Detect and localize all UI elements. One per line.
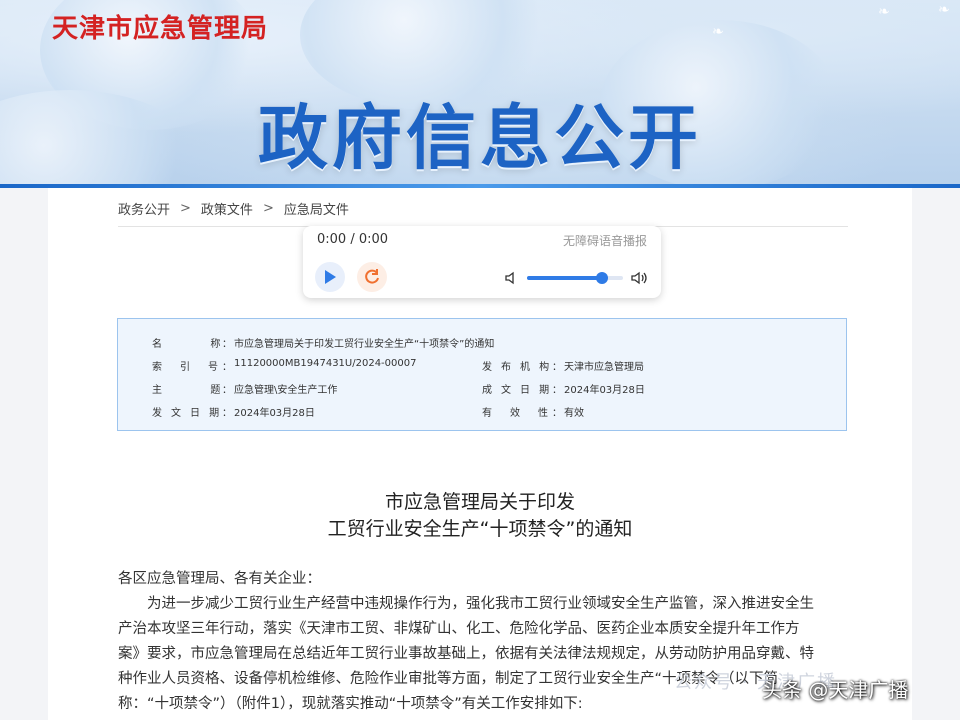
refresh-icon [365,269,379,284]
info-label: 有 效 性： [482,408,562,419]
audio-player-label: 无障碍语音播报 [562,234,647,248]
breadcrumb-separator: > [180,201,191,216]
audio-time: 0:00 / 0:00 [317,232,389,247]
volume-low-icon[interactable] [505,271,519,285]
info-value: 应急管理\安全生产工作 [234,385,338,396]
info-value: 市应急管理局关于印发工贸行业安全生产“十项禁令”的通知 [234,339,495,350]
body-line: 称：“十项禁令”）（附件1），现就落实推动“十项禁令”有关工作安排如下: [118,696,583,712]
info-value: 2024年03月28日 [564,385,645,396]
body-line: 产治本攻坚三年行动，落实《天津市工贸、非煤矿山、化工、危险化学品、医药企业本质安… [118,621,800,637]
info-label: 索 引 号： [152,362,232,373]
info-label: 名 称： [152,339,232,350]
bird-icon: ❧ [712,24,724,40]
info-row-topic: 主 题： 应急管理\安全生产工作 [152,381,337,396]
info-row-name: 名 称： 市应急管理局关于印发工贸行业安全生产“十项禁令”的通知 [152,335,494,350]
bird-icon: ❧ [878,4,890,20]
info-label: 成 文 日 期： [482,385,562,396]
info-row-validity: 有 效 性： 有效 [482,404,584,419]
volume-slider[interactable] [527,272,623,284]
breadcrumb-separator: > [262,201,274,216]
document-title-line1: 市应急管理局关于印发 [384,491,575,513]
document-info-box: 名 称： 市应急管理局关于印发工贸行业安全生产“十项禁令”的通知 索 引 号： … [117,318,847,431]
section-title: 政府信息公开 [258,97,702,179]
play-button[interactable] [315,262,345,292]
volume-fill [527,276,602,280]
body-line: 案》要求，市应急管理局在总结近年工贸行业事故基础上，依据有关法律法规规定，从劳动… [118,646,814,662]
body-line: 为进一步减少工贸行业生产经营中违规操作行为，强化我市工贸行业领域安全生产监管，深… [147,596,814,612]
info-label: 发 布 机 构： [482,362,562,373]
info-value: 11120000MB1947431U/2024-00007 [234,358,417,369]
play-icon [325,270,336,284]
info-value: 天津市应急管理局 [564,362,644,373]
document-title-line2: 工贸行业安全生产“十项禁令”的通知 [327,518,633,540]
audio-player: 0:00 / 0:00 无障碍语音播报 [303,226,661,298]
source-attribution: 头条 @天津广播 [762,678,909,702]
info-row-index: 索 引 号： 11120000MB1947431U/2024-00007 [152,358,416,373]
breadcrumb-item-policy-docs[interactable]: 政策文件 [201,199,253,218]
breadcrumb: 政务公开 > 政策文件 > 应急局文件 [118,199,349,218]
info-label: 主 题： [152,385,232,396]
info-value: 2024年03月28日 [234,408,315,419]
info-row-issuer: 发 布 机 构： 天津市应急管理局 [482,358,644,373]
info-label: 发 文 日 期： [152,408,232,419]
info-row-created: 成 文 日 期： 2024年03月28日 [482,381,645,396]
breadcrumb-item-gov-affairs[interactable]: 政务公开 [118,199,170,218]
breadcrumb-item-bureau-docs[interactable]: 应急局文件 [284,199,349,218]
volume-high-icon[interactable] [631,271,649,285]
header-banner: ❧ ❧ ❧ 天津市应急管理局 政府信息公开 [0,0,960,188]
info-row-issued: 发 文 日 期： 2024年03月28日 [152,404,315,419]
site-logo-text[interactable]: 天津市应急管理局 [52,8,268,45]
volume-knob[interactable] [595,272,608,284]
bird-icon: ❧ [938,2,950,18]
salutation: 各区应急管理局、各有关企业： [118,571,321,587]
replay-button[interactable] [357,262,387,292]
document-body: 各区应急管理局、各有关企业： 为进一步减少工贸行业生产经营中违规操作行为，强化我… [118,567,853,717]
info-value: 有效 [564,408,584,419]
